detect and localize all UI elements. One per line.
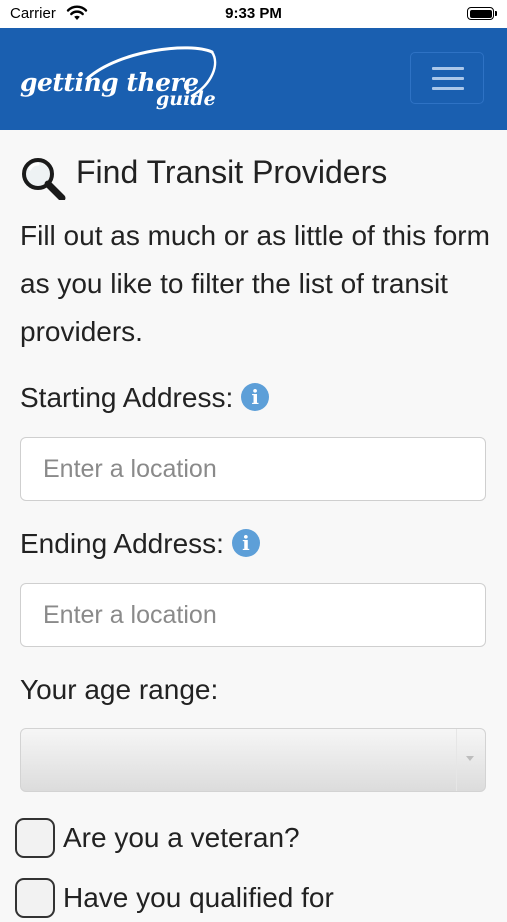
ending-address-label-text: Ending Address: [20, 528, 224, 559]
veteran-checkbox-label: Are you a veteran? [63, 822, 300, 853]
qualified-checkbox[interactable] [15, 878, 55, 918]
intro-text: Fill out as much or as little of this fo… [20, 220, 490, 347]
age-range-select[interactable] [20, 728, 486, 792]
battery-icon [467, 7, 497, 20]
ending-address-input[interactable] [20, 583, 486, 647]
starting-address-input[interactable] [20, 437, 486, 501]
page-title: Find Transit Providers [76, 154, 388, 190]
site-header: getting there guide [0, 28, 507, 130]
select-arrow-zone [456, 729, 485, 791]
info-icon[interactable]: i [231, 529, 260, 557]
status-bar: Carrier 9:33 PM [0, 0, 507, 28]
info-icon[interactable]: i [241, 383, 270, 411]
clock: 9:33 PM [225, 5, 282, 22]
ending-address-label: Ending Address: i [20, 528, 260, 560]
age-range-label: Your age range: [20, 674, 219, 705]
veteran-checkbox[interactable] [15, 818, 55, 858]
getting-there-guide-logo[interactable]: getting there guide [20, 44, 230, 124]
starting-address-label: Starting Address: i [20, 382, 270, 414]
magnifier-icon [22, 158, 66, 200]
qualified-checkbox-label: Have you qualified for [63, 882, 334, 913]
hamburger-menu-icon [432, 67, 464, 70]
chevron-down-icon [466, 756, 474, 761]
menu-toggle-button[interactable] [410, 52, 484, 104]
starting-address-label-text: Starting Address: [20, 382, 234, 413]
logo-text-secondary: guide [156, 88, 216, 110]
